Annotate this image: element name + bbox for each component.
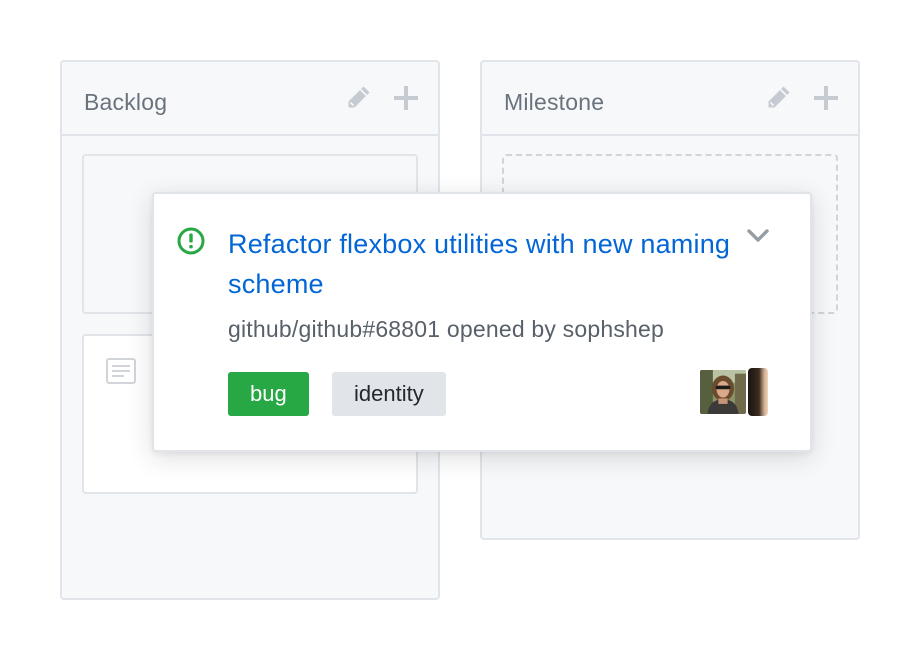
issue-meta: github/github#68801 opened by sophshep xyxy=(228,316,665,342)
column-header: Backlog xyxy=(62,62,438,136)
avatar-photo xyxy=(700,370,746,414)
pencil-icon[interactable] xyxy=(342,82,374,114)
plus-icon[interactable] xyxy=(810,82,842,114)
issue-title-link[interactable]: Refactor flexbox utilities with new nami… xyxy=(228,224,748,304)
label-bug[interactable]: bug xyxy=(228,372,309,416)
plus-icon[interactable] xyxy=(390,82,422,114)
issue-card[interactable]: Refactor flexbox utilities with new nami… xyxy=(152,192,812,452)
column-title: Backlog xyxy=(84,89,168,115)
column-title: Milestone xyxy=(504,89,605,115)
note-icon xyxy=(106,358,136,384)
avatar[interactable] xyxy=(748,368,768,416)
label-identity[interactable]: identity xyxy=(332,372,446,416)
chevron-down-icon[interactable] xyxy=(746,228,770,244)
issue-opened-icon xyxy=(177,227,205,255)
avatar[interactable] xyxy=(698,368,748,416)
pencil-icon[interactable] xyxy=(762,82,794,114)
column-header: Milestone xyxy=(482,62,858,136)
